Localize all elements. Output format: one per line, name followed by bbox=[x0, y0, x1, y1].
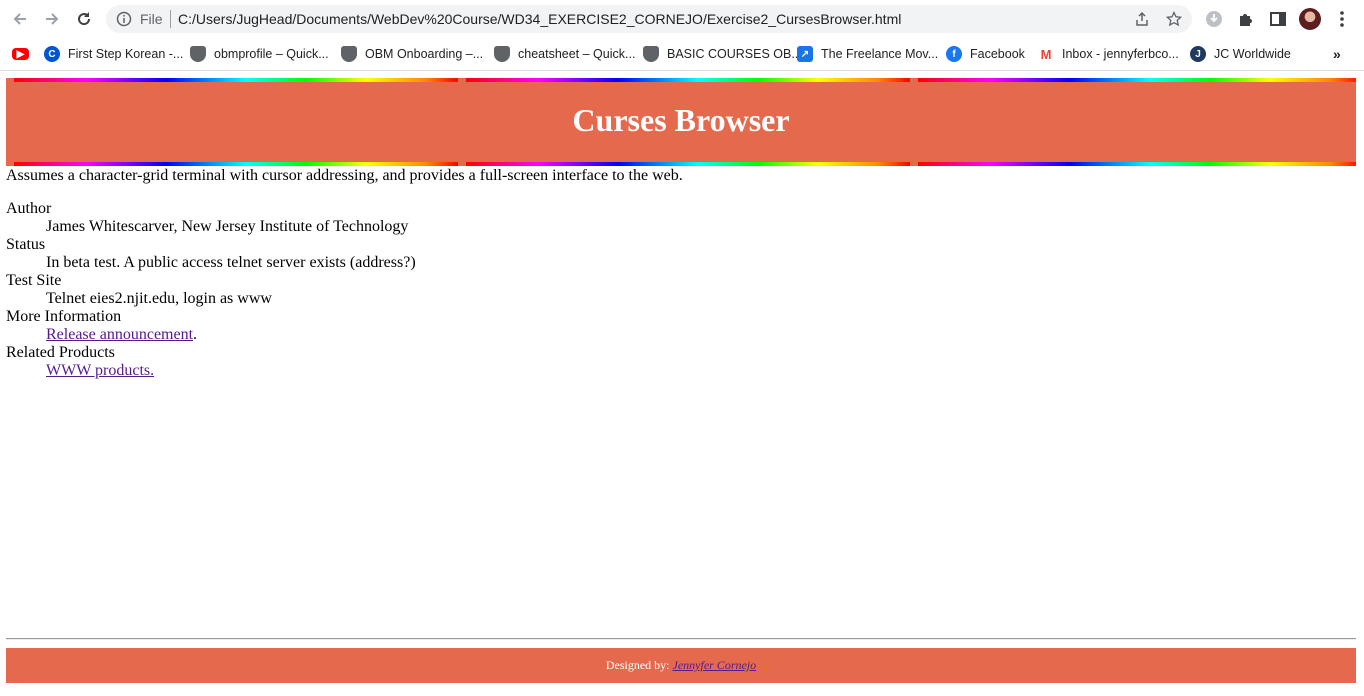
shield-icon bbox=[190, 46, 206, 62]
footer-divider bbox=[6, 638, 1356, 640]
bookmarks-bar: ▶ C First Step Korean -... obmprofile – … bbox=[0, 38, 1364, 71]
file-scheme-label: File bbox=[140, 11, 163, 27]
forward-button[interactable] bbox=[40, 7, 64, 31]
page-description: Assumes a character-grid terminal with c… bbox=[6, 167, 683, 184]
designer-link[interactable]: Jennyfer Cornejo bbox=[673, 658, 757, 672]
rainbow-border-top bbox=[6, 78, 1356, 82]
bookmark-label: Facebook bbox=[970, 47, 1025, 61]
release-announcement-link[interactable]: Release announcement bbox=[46, 326, 193, 343]
rainbow-border-bottom bbox=[6, 162, 1356, 166]
more-info-suffix: . bbox=[193, 326, 198, 343]
bookmark-basic-courses[interactable]: BASIC COURSES OB... bbox=[643, 43, 802, 65]
bookmark-label: The Freelance Mov... bbox=[821, 47, 939, 61]
detail-value-related-products: WWW products. bbox=[46, 362, 416, 380]
page-title: Curses Browser bbox=[572, 102, 790, 138]
shield-icon bbox=[494, 46, 510, 62]
facebook-icon: f bbox=[946, 46, 962, 62]
shield-icon bbox=[341, 46, 357, 62]
shield-icon bbox=[643, 46, 659, 62]
details-list: Author James Whitescarver, New Jersey In… bbox=[6, 200, 416, 380]
forward-arrow-icon bbox=[46, 13, 59, 25]
bookmark-obm-onboarding[interactable]: OBM Onboarding –... bbox=[341, 43, 483, 65]
share-icon[interactable] bbox=[1132, 9, 1152, 29]
bookmark-gmail-inbox[interactable]: M Inbox - jennyferbco... bbox=[1038, 43, 1179, 65]
detail-value-author: James Whitescarver, New Jersey Institute… bbox=[46, 218, 409, 235]
back-button[interactable] bbox=[8, 7, 32, 31]
detail-value-status: In beta test. A public access telnet ser… bbox=[46, 254, 416, 271]
bookmark-star-icon[interactable] bbox=[1164, 9, 1184, 29]
bookmark-cheatsheet[interactable]: cheatsheet – Quick... bbox=[494, 43, 635, 65]
page-content: Curses Browser Assumes a character-grid … bbox=[6, 78, 1356, 379]
reload-button[interactable] bbox=[72, 7, 96, 31]
youtube-icon: ▶ bbox=[12, 48, 29, 60]
coursera-icon: C bbox=[44, 46, 60, 62]
bookmark-label: obmprofile – Quick... bbox=[214, 47, 329, 61]
bookmark-label: Inbox - jennyferbco... bbox=[1062, 47, 1179, 61]
side-panel-icon[interactable] bbox=[1268, 9, 1288, 29]
extensions-puzzle-icon[interactable] bbox=[1236, 9, 1256, 29]
download-icon[interactable] bbox=[1204, 9, 1224, 29]
profile-avatar[interactable] bbox=[1299, 8, 1321, 30]
detail-term-more-information: More Information bbox=[6, 308, 122, 325]
detail-value-more-information: Release announcement. bbox=[46, 326, 416, 344]
bookmark-obmprofile[interactable]: obmprofile – Quick... bbox=[190, 43, 329, 65]
bookmark-youtube[interactable]: ▶ bbox=[12, 43, 37, 65]
menu-kebab-icon[interactable] bbox=[1332, 9, 1352, 29]
url-text[interactable]: C:/Users/JugHead/Documents/WebDev%20Cour… bbox=[178, 11, 901, 27]
address-divider bbox=[170, 10, 171, 28]
freelance-icon: ↗ bbox=[797, 46, 813, 62]
bookmark-jc-worldwide[interactable]: J JC Worldwide bbox=[1190, 43, 1291, 65]
browser-toolbar: File C:/Users/JugHead/Documents/WebDev%2… bbox=[0, 0, 1364, 38]
info-icon[interactable] bbox=[116, 11, 132, 30]
footer-designed-by-label: Designed by: bbox=[605, 658, 673, 672]
back-arrow-icon bbox=[13, 13, 26, 25]
bookmark-label: JC Worldwide bbox=[1214, 47, 1291, 61]
page-footer: Designed by: Jennyfer Cornejo bbox=[6, 648, 1356, 683]
bookmark-label: First Step Korean -... bbox=[68, 47, 184, 61]
detail-term-related-products: Related Products bbox=[6, 344, 115, 361]
detail-term-status: Status bbox=[6, 236, 46, 253]
bookmark-label: BASIC COURSES OB... bbox=[667, 47, 802, 61]
bookmark-label: OBM Onboarding –... bbox=[365, 47, 484, 61]
www-products-link[interactable]: WWW products. bbox=[46, 362, 154, 379]
reload-icon bbox=[78, 12, 91, 26]
page-header: Curses Browser bbox=[6, 78, 1356, 166]
bookmark-freelance-movement[interactable]: ↗ The Freelance Mov... bbox=[797, 43, 938, 65]
detail-term-author: Author bbox=[6, 200, 52, 217]
bookmark-first-step-korean[interactable]: C First Step Korean -... bbox=[44, 43, 183, 65]
jc-icon: J bbox=[1190, 46, 1206, 62]
bookmark-label: cheatsheet – Quick... bbox=[518, 47, 636, 61]
more-bookmarks-chevron-icon[interactable]: » bbox=[1333, 46, 1341, 62]
detail-value-test-site: Telnet eies2.njit.edu, login as www bbox=[46, 290, 272, 307]
bookmark-facebook[interactable]: f Facebook bbox=[946, 43, 1025, 65]
detail-term-test-site: Test Site bbox=[6, 272, 62, 289]
gmail-icon: M bbox=[1038, 46, 1054, 62]
address-bar[interactable]: File C:/Users/JugHead/Documents/WebDev%2… bbox=[106, 5, 1192, 33]
